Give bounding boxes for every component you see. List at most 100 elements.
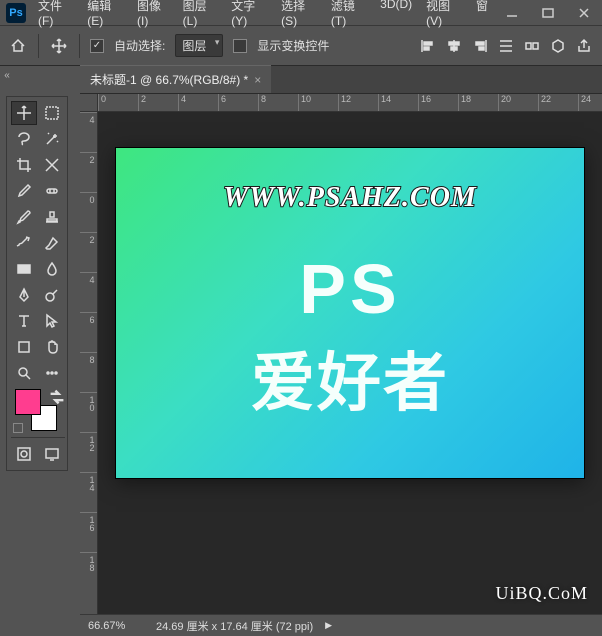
menu-layer[interactable]: 图层(L)	[177, 0, 224, 32]
menu-image[interactable]: 图像(I)	[131, 0, 175, 32]
marquee-tool[interactable]	[39, 101, 65, 125]
minimize-button[interactable]	[494, 0, 530, 26]
ruler-tick: 0	[80, 192, 97, 232]
ruler-tick: 24	[578, 94, 602, 111]
canvas[interactable]: WWW.PSAHZ.COM PS 爱好者	[116, 148, 584, 478]
ruler-tick: 4	[80, 112, 97, 152]
type-tool[interactable]	[11, 309, 37, 333]
distribute-icon[interactable]	[496, 36, 516, 56]
color-swatches	[11, 387, 65, 435]
default-colors-icon[interactable]	[13, 423, 23, 433]
foreground-color[interactable]	[15, 389, 41, 415]
ruler-tick: 12	[338, 94, 378, 111]
options-bar: 自动选择: 图层 显示变换控件	[0, 26, 602, 66]
ruler-tick: 10	[298, 94, 338, 111]
screen-mode-icon[interactable]	[39, 442, 65, 466]
ruler-horizontal[interactable]: 0 2 4 6 8 10 12 14 16 18 20 22 24	[98, 94, 602, 112]
swap-colors-icon[interactable]	[49, 389, 59, 399]
ruler-tick: 14	[378, 94, 418, 111]
ruler-tick: 10	[80, 392, 97, 432]
screen-mode-row	[11, 437, 65, 466]
ruler-tick: 12	[80, 432, 97, 472]
crop-tool[interactable]	[11, 153, 37, 177]
share-icon[interactable]	[574, 36, 594, 56]
ruler-tick: 6	[80, 312, 97, 352]
align-right-icon[interactable]	[470, 36, 490, 56]
divider	[38, 34, 39, 58]
pen-tool[interactable]	[11, 283, 37, 307]
slice-tool[interactable]	[39, 153, 65, 177]
document-tabs: 未标题-1 @ 66.7%(RGB/8#) * ×	[80, 66, 602, 94]
auto-select-checkbox[interactable]	[90, 39, 104, 53]
divider	[79, 34, 80, 58]
path-select-tool[interactable]	[39, 309, 65, 333]
home-icon[interactable]	[8, 36, 28, 56]
work-area: 0 2 4 6 8 10 12 14 16 18 20 22 24 4 2 0 …	[80, 94, 602, 614]
panel-collapse-icon[interactable]: «	[0, 68, 14, 82]
menu-filter[interactable]: 滤镜(T)	[325, 0, 372, 32]
canvas-chinese-text: 爱好者	[116, 332, 584, 424]
menu-edit[interactable]: 编辑(E)	[81, 0, 129, 32]
ruler-tick: 2	[80, 152, 97, 192]
3d-mode-icon[interactable]	[548, 36, 568, 56]
menu-view[interactable]: 视图(V)	[420, 0, 468, 32]
gradient-tool[interactable]	[11, 257, 37, 281]
shape-tool[interactable]	[11, 335, 37, 359]
status-bar: 66.67% 24.69 厘米 x 17.64 厘米 (72 ppi) ▶	[80, 614, 602, 636]
canvas-viewport[interactable]: WWW.PSAHZ.COM PS 爱好者	[98, 112, 602, 614]
tool-panel	[6, 96, 68, 471]
align-center-h-icon[interactable]	[444, 36, 464, 56]
ruler-tick: 2	[138, 94, 178, 111]
auto-select-dropdown[interactable]: 图层	[175, 34, 223, 57]
move-tool-icon[interactable]	[49, 36, 69, 56]
magic-wand-tool[interactable]	[39, 127, 65, 151]
ruler-tick: 16	[418, 94, 458, 111]
edit-toolbar-icon[interactable]	[39, 361, 65, 385]
healing-tool[interactable]	[39, 179, 65, 203]
ruler-vertical[interactable]: 4 2 0 2 4 6 8 10 12 14 16 18	[80, 112, 98, 614]
ruler-tick: 18	[80, 552, 97, 592]
tab-title: 未标题-1 @ 66.7%(RGB/8#) *	[90, 71, 248, 88]
ruler-tick: 14	[80, 472, 97, 512]
status-menu-icon[interactable]: ▶	[325, 620, 332, 631]
move-tool[interactable]	[11, 101, 37, 125]
menu-window[interactable]: 窗	[470, 0, 494, 32]
zoom-tool[interactable]	[11, 361, 37, 385]
ruler-tick: 20	[498, 94, 538, 111]
more-options-icon[interactable]	[522, 36, 542, 56]
main-menu: 文件(F) 编辑(E) 图像(I) 图层(L) 文字(Y) 选择(S) 滤镜(T…	[32, 0, 494, 32]
ruler-tick: 18	[458, 94, 498, 111]
canvas-url-text: WWW.PSAHZ.COM	[116, 182, 584, 214]
hand-tool[interactable]	[39, 335, 65, 359]
lasso-tool[interactable]	[11, 127, 37, 151]
maximize-button[interactable]	[530, 0, 566, 26]
brush-tool[interactable]	[11, 205, 37, 229]
eraser-tool[interactable]	[39, 231, 65, 255]
document-tab[interactable]: 未标题-1 @ 66.7%(RGB/8#) * ×	[80, 65, 271, 93]
ruler-tick: 6	[218, 94, 258, 111]
ruler-tick: 16	[80, 512, 97, 552]
stamp-tool[interactable]	[39, 205, 65, 229]
menu-type[interactable]: 文字(Y)	[225, 0, 273, 32]
ruler-origin[interactable]	[80, 94, 98, 112]
eyedropper-tool[interactable]	[11, 179, 37, 203]
title-bar: Ps 文件(F) 编辑(E) 图像(I) 图层(L) 文字(Y) 选择(S) 滤…	[0, 0, 602, 26]
ruler-tick: 4	[178, 94, 218, 111]
menu-3d[interactable]: 3D(D)	[374, 0, 418, 32]
blur-tool[interactable]	[39, 257, 65, 281]
status-zoom[interactable]: 66.67%	[88, 620, 144, 632]
status-dimensions[interactable]: 24.69 厘米 x 17.64 厘米 (72 ppi)	[156, 618, 313, 634]
close-button[interactable]	[566, 0, 602, 26]
show-transform-checkbox[interactable]	[233, 39, 247, 53]
menu-select[interactable]: 选择(S)	[275, 0, 323, 32]
align-group	[418, 36, 594, 56]
tab-close-icon[interactable]: ×	[254, 73, 261, 87]
ruler-tick: 8	[80, 352, 97, 392]
align-left-icon[interactable]	[418, 36, 438, 56]
ruler-tick: 2	[80, 232, 97, 272]
dodge-tool[interactable]	[39, 283, 65, 307]
app-logo: Ps	[6, 3, 26, 23]
menu-file[interactable]: 文件(F)	[32, 0, 79, 32]
history-brush-tool[interactable]	[11, 231, 37, 255]
quick-mask-icon[interactable]	[11, 442, 37, 466]
